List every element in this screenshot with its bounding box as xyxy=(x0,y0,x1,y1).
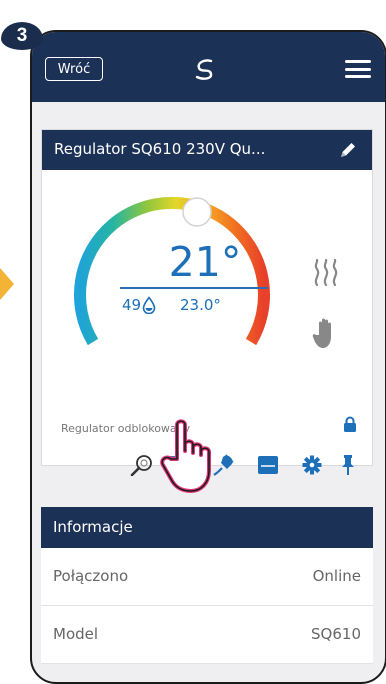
device-card-header: Regulator SQ610 230V Qu... xyxy=(42,130,372,170)
info-row: Połączono Online xyxy=(41,548,373,606)
pencil-icon[interactable] xyxy=(338,140,358,160)
info-header: Informacje xyxy=(41,507,373,548)
current-temperature: 21° xyxy=(168,238,242,286)
gauge-knob xyxy=(182,197,212,227)
heat-waves-icon xyxy=(314,259,338,287)
lock-icon[interactable] xyxy=(343,416,357,432)
top-bar: Wróć xyxy=(32,32,385,102)
water-drop-icon xyxy=(142,296,156,314)
back-button[interactable]: Wróć xyxy=(45,57,103,81)
info-label: Model xyxy=(53,625,99,643)
set-temperature: 23.0° xyxy=(180,296,221,314)
floor-heating-icon[interactable] xyxy=(256,454,280,476)
device-title: Regulator SQ610 230V Qu... xyxy=(54,140,266,158)
arrow-icon xyxy=(0,268,14,300)
humidity-value: 49 xyxy=(122,296,142,314)
pin-icon[interactable] xyxy=(338,454,358,476)
salus-logo-icon[interactable] xyxy=(190,56,218,82)
search-icon[interactable] xyxy=(130,454,154,476)
phone-frame: Wróć Regulator SQ610 230V Qu... 21° 49 2… xyxy=(30,30,386,684)
menu-icon[interactable] xyxy=(345,60,371,78)
info-label: Połączono xyxy=(53,567,129,585)
gear-icon[interactable] xyxy=(300,454,324,476)
info-value: Online xyxy=(312,567,361,585)
hand-icon[interactable] xyxy=(312,317,338,349)
temperature-divider xyxy=(120,287,268,289)
hand-pointer-icon xyxy=(160,419,211,493)
info-row: Model SQ610 xyxy=(41,606,373,664)
step-badge: 3 xyxy=(1,22,43,50)
info-value: SQ610 xyxy=(311,625,361,643)
